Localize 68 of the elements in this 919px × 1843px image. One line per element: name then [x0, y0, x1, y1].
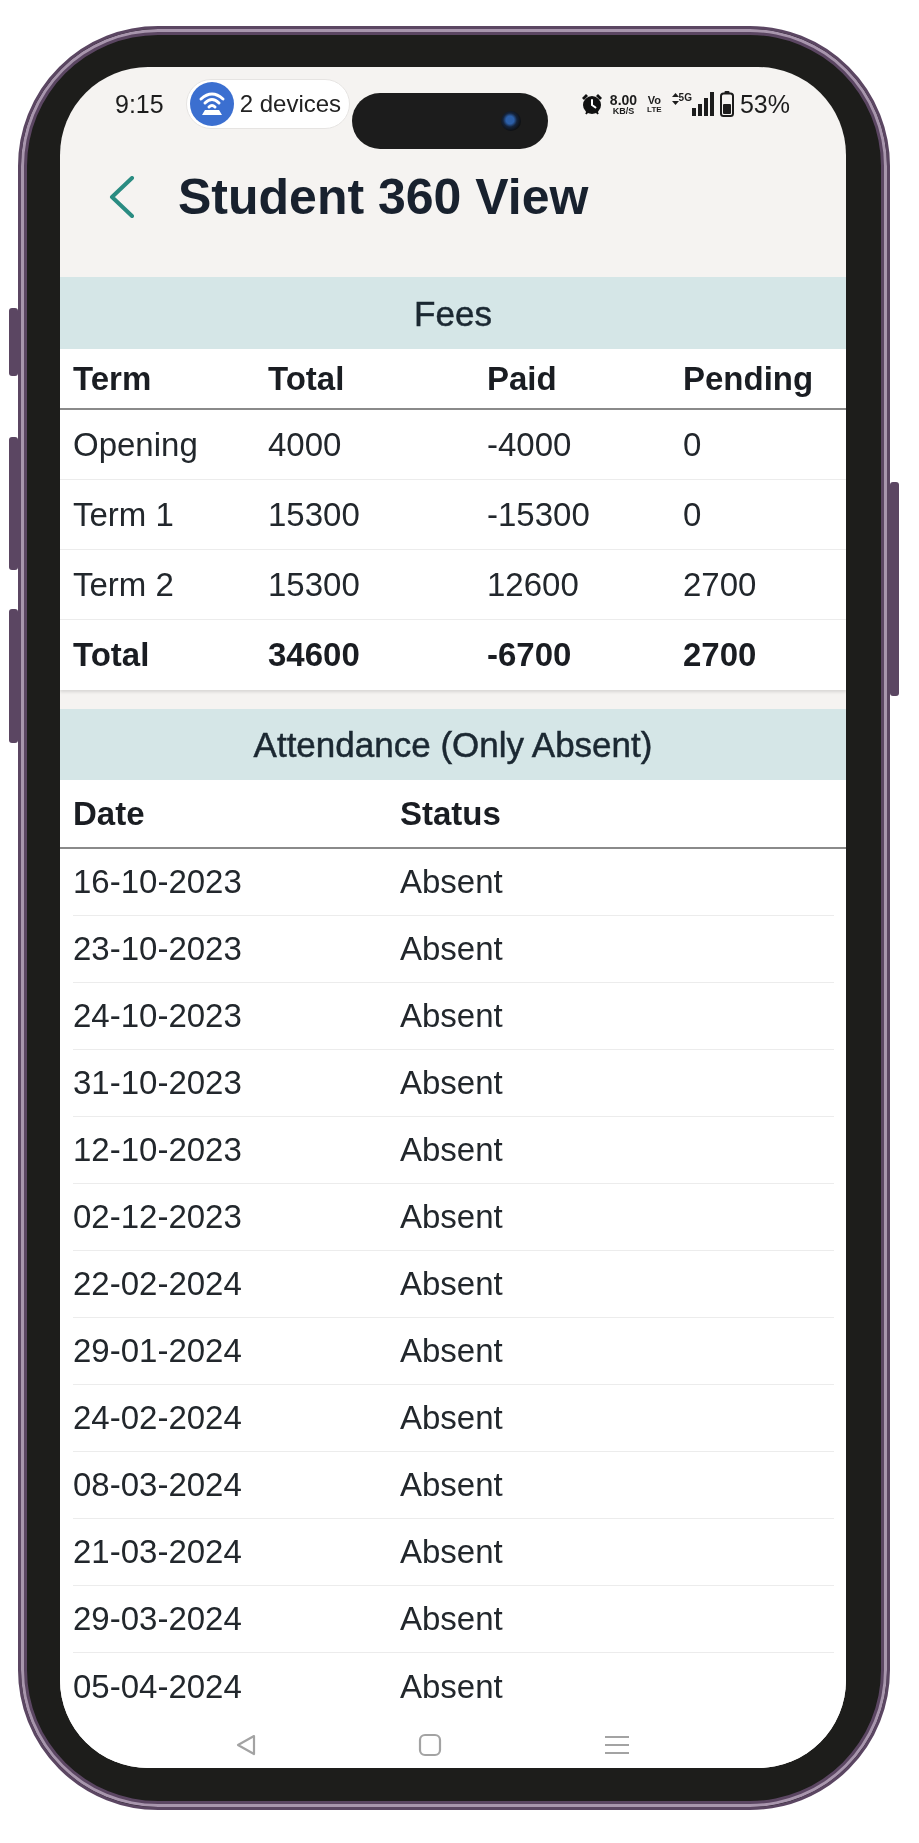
total-cell-text: 34600 — [268, 636, 361, 674]
table-cell-text: 31-10-2023 — [73, 1064, 243, 1102]
speed-unit: KB/S — [611, 106, 636, 116]
table-cell-text: Absent — [400, 1600, 504, 1638]
table-cell-text: Absent — [400, 1533, 504, 1571]
section-title: Fees — [60, 277, 846, 349]
table-cell-text: 2700 — [683, 565, 758, 604]
table-cell-text: 22-02-2024 — [73, 1265, 243, 1303]
column-header: Status — [400, 794, 502, 833]
table-cell-text: Absent — [400, 1265, 504, 1303]
column-header: Date — [73, 794, 146, 833]
table-cell-text: 16-10-2023 — [73, 863, 243, 901]
total-cell-text: 2700 — [683, 636, 758, 674]
table-cell-text: 0 — [683, 495, 703, 534]
table-cell-text: Absent — [400, 1131, 504, 1169]
table-cell-text: 12-10-2023 — [73, 1131, 243, 1169]
table-cell-text: Absent — [400, 1198, 504, 1236]
table-cell-text: 29-03-2024 — [73, 1600, 243, 1638]
table-cell-text: 29-01-2024 — [73, 1332, 243, 1370]
page-title: Student 360 View — [178, 168, 589, 227]
hotspot-label: 2 devices — [239, 92, 342, 116]
table-cell-text: 4000 — [268, 425, 343, 464]
table-cell-text: 0 — [683, 425, 703, 464]
table-cell-text: 02-12-2023 — [73, 1198, 243, 1236]
battery-icon — [719, 91, 734, 117]
volte-label: LTE — [647, 105, 662, 114]
table-cell-text: Absent — [400, 1064, 504, 1102]
table-cell-text: Term 1 — [73, 495, 175, 534]
column-header: Total — [268, 359, 346, 398]
table-cell-text: 12600 — [487, 565, 580, 604]
table-cell-text: 23-10-2023 — [73, 930, 243, 968]
table-cell-text: Absent — [400, 863, 504, 901]
table-cell-text: 21-03-2024 — [73, 1533, 243, 1571]
volte-label: Vo — [647, 94, 662, 106]
table-cell-text: Absent — [400, 1466, 504, 1504]
network-speed: 8.00 — [609, 92, 638, 107]
signal-bars-icon — [691, 92, 714, 116]
back-icon[interactable] — [109, 176, 135, 218]
table-cell-text: 15300 — [268, 495, 361, 534]
table-cell-text: 08-03-2024 — [73, 1466, 243, 1504]
data-arrows-icon — [671, 93, 679, 105]
wifi-router-icon — [189, 82, 234, 126]
table-cell-text: 15300 — [268, 565, 361, 604]
table-cell-text: Absent — [400, 930, 504, 968]
table-cell-text: 24-10-2023 — [73, 997, 243, 1035]
table-cell-text: Absent — [400, 997, 504, 1035]
total-cell-text: -6700 — [487, 636, 573, 674]
table-cell-text: Term 2 — [73, 565, 175, 604]
table-cell-text: -15300 — [487, 495, 591, 534]
table-cell-text: Absent — [400, 1667, 504, 1706]
section-title: Attendance (Only Absent) — [60, 709, 846, 780]
back-icon[interactable] — [236, 1734, 256, 1756]
home-icon[interactable] — [418, 1733, 442, 1757]
table-cell-text: Absent — [400, 1399, 504, 1437]
column-header: Pending — [683, 359, 815, 398]
table-cell-text: -4000 — [487, 425, 573, 464]
menu-icon[interactable] — [604, 1735, 630, 1755]
status-time: 9:15 — [115, 91, 164, 117]
table-cell-text: 05-04-2024 — [73, 1667, 243, 1706]
table-cell-text: Absent — [400, 1332, 504, 1370]
camera-lens-icon — [501, 111, 521, 131]
table-cell-text: 24-02-2024 — [73, 1399, 243, 1437]
table-cell-text: Opening — [73, 425, 199, 464]
column-header: Paid — [487, 359, 558, 398]
battery-percent: 53% — [739, 91, 790, 117]
column-header: Term — [73, 359, 153, 398]
network-type: 5G — [678, 93, 692, 103]
total-cell-text: Total — [73, 636, 151, 674]
